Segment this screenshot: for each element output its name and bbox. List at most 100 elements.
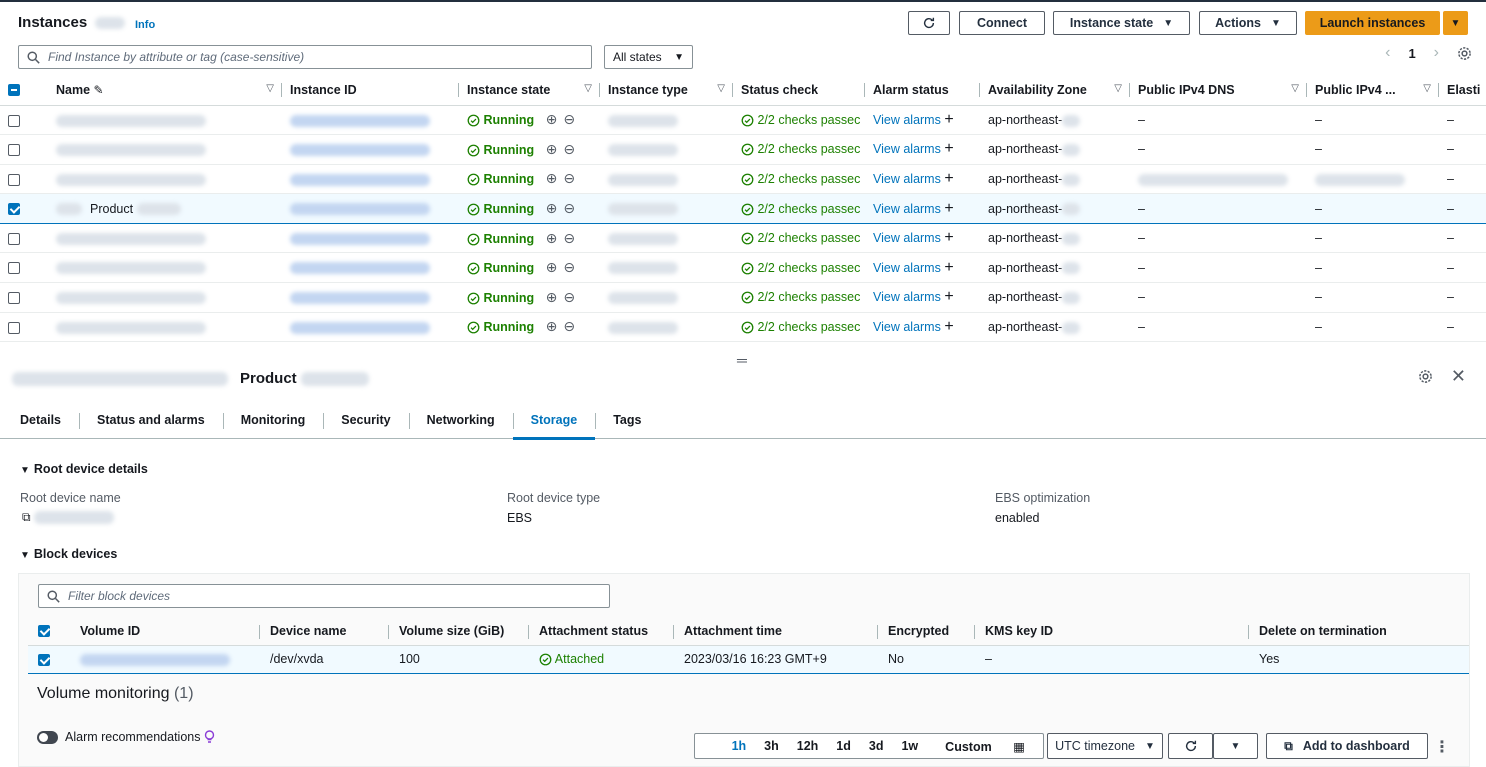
tab-monitoring[interactable]: Monitoring (222, 403, 324, 439)
plus-icon[interactable]: + (944, 288, 953, 305)
redacted-instance-id[interactable] (290, 144, 430, 157)
col-kms-key-id[interactable]: KMS key ID (975, 617, 1249, 646)
row-select-cell[interactable] (0, 105, 48, 136)
sort-icon[interactable]: ▽ (717, 83, 725, 94)
tab-status-and-alarms[interactable]: Status and alarms (79, 403, 223, 439)
table-row[interactable]: Running ⊕ ⊖ 2/2 checks passec View alarms… (0, 164, 1486, 195)
block-devices-section-toggle[interactable]: ▼ Block devices (20, 547, 117, 561)
zoom-in-icon[interactable]: ⊕ (546, 230, 558, 246)
next-page-icon[interactable]: › (1434, 44, 1439, 62)
row-select-cell[interactable] (0, 282, 48, 313)
redacted-instance-id[interactable] (290, 114, 430, 127)
row-checkbox[interactable] (8, 232, 20, 245)
edit-pencil-icon[interactable]: ✎ (94, 83, 104, 97)
settings-gear-icon[interactable] (1418, 369, 1433, 384)
view-alarms-link[interactable]: View alarms (873, 320, 941, 334)
table-row[interactable]: Running ⊕ ⊖ 2/2 checks passec View alarms… (0, 252, 1486, 284)
col-status-check[interactable]: Status check (733, 75, 865, 106)
range-1h[interactable]: 1h (723, 739, 756, 753)
zoom-in-icon[interactable]: ⊕ (546, 318, 558, 334)
col-public-dns[interactable]: Public IPv4 DNS ▽ (1130, 75, 1307, 106)
row-checkbox[interactable] (8, 173, 20, 186)
col-elastic-ip[interactable]: Elasti (1439, 75, 1486, 106)
refresh-chart-button[interactable] (1168, 733, 1213, 759)
row-checkbox[interactable] (8, 262, 20, 275)
range-3h[interactable]: 3h (755, 739, 788, 753)
instance-id-cell[interactable] (282, 193, 459, 224)
block-devices-filter-input[interactable]: Filter block devices (38, 584, 610, 608)
range-custom[interactable]: Custom ▦ (927, 739, 1043, 754)
col-instance-state[interactable]: Instance state ▽ (459, 75, 600, 106)
alarm-recommendations-toggle[interactable] (37, 731, 58, 744)
row-select-cell[interactable] (0, 252, 48, 284)
instance-search-input[interactable]: Find Instance by attribute or tag (case-… (18, 45, 592, 69)
more-options-icon[interactable]: ⋮ (1434, 737, 1450, 757)
plus-icon[interactable]: + (944, 200, 953, 217)
table-row[interactable]: Running ⊕ ⊖ 2/2 checks passec View alarms… (0, 282, 1486, 313)
range-1w[interactable]: 1w (892, 739, 927, 753)
range-12h[interactable]: 12h (788, 739, 828, 753)
zoom-in-icon[interactable]: ⊕ (546, 289, 558, 305)
view-alarms-link[interactable]: View alarms (873, 172, 941, 186)
instance-id-cell[interactable] (282, 223, 459, 254)
col-volume-size[interactable]: Volume size (GiB) (389, 617, 529, 646)
range-3d[interactable]: 3d (860, 739, 893, 753)
tab-tags[interactable]: Tags (595, 403, 659, 439)
block-select-all-cell[interactable] (28, 617, 70, 646)
col-device-name[interactable]: Device name (260, 617, 389, 646)
col-volume-id[interactable]: Volume ID (70, 617, 260, 646)
zoom-in-icon[interactable]: ⊕ (546, 141, 558, 157)
tab-security[interactable]: Security (323, 403, 408, 439)
root-device-section-toggle[interactable]: ▼ Root device details (20, 462, 148, 476)
sort-icon[interactable]: ▽ (584, 83, 592, 94)
col-alarm-status[interactable]: Alarm status (865, 75, 980, 106)
view-alarms-link[interactable]: View alarms (873, 142, 941, 156)
tab-storage[interactable]: Storage (512, 403, 596, 440)
select-all-checkbox[interactable] (8, 84, 20, 97)
tab-details[interactable]: Details (2, 403, 79, 439)
actions-button[interactable]: Actions ▼ (1199, 11, 1297, 35)
row-select-cell[interactable] (0, 134, 48, 165)
redacted-instance-id[interactable] (290, 173, 430, 186)
prev-page-icon[interactable]: ‹ (1385, 44, 1390, 62)
zoom-in-icon[interactable]: ⊕ (546, 200, 558, 216)
row-checkbox[interactable] (8, 114, 20, 127)
redacted-instance-id[interactable] (290, 262, 430, 275)
instance-id-cell[interactable] (282, 134, 459, 165)
redacted-instance-id[interactable] (290, 292, 430, 305)
view-alarms-link[interactable]: View alarms (873, 261, 941, 275)
row-select-cell[interactable] (0, 193, 48, 224)
col-delete-on-termination[interactable]: Delete on termination (1249, 617, 1469, 646)
zoom-out-icon[interactable]: ⊖ (563, 259, 575, 275)
table-row[interactable]: Running ⊕ ⊖ 2/2 checks passec View alarms… (0, 223, 1486, 254)
view-alarms-link[interactable]: View alarms (873, 202, 941, 216)
refresh-button[interactable] (908, 11, 950, 35)
col-availability-zone[interactable]: Availability Zone ▽ (980, 75, 1130, 106)
plus-icon[interactable]: + (944, 111, 953, 128)
row-checkbox[interactable] (8, 292, 20, 305)
connect-button[interactable]: Connect (959, 11, 1045, 35)
row-select-cell[interactable] (0, 312, 48, 343)
sort-icon[interactable]: ▽ (1291, 83, 1299, 94)
instance-id-cell[interactable] (282, 282, 459, 313)
row-checkbox[interactable] (8, 321, 20, 334)
add-to-dashboard-button[interactable]: ⧉ Add to dashboard (1266, 733, 1428, 759)
zoom-out-icon[interactable]: ⊖ (563, 200, 575, 216)
copy-icon[interactable]: ⧉ (22, 510, 31, 524)
block-row-checkbox[interactable] (38, 653, 50, 666)
zoom-out-icon[interactable]: ⊖ (563, 230, 575, 246)
col-attachment-status[interactable]: Attachment status (529, 617, 674, 646)
col-instance-id[interactable]: Instance ID (282, 75, 459, 106)
plus-icon[interactable]: + (944, 170, 953, 187)
lightbulb-icon[interactable] (204, 730, 215, 744)
info-link[interactable]: Info (135, 19, 155, 31)
sort-icon[interactable]: ▽ (266, 83, 274, 94)
view-alarms-link[interactable]: View alarms (873, 290, 941, 304)
row-select-cell[interactable] (0, 164, 48, 195)
table-row[interactable]: Running ⊕ ⊖ 2/2 checks passec View alarms… (0, 312, 1486, 343)
table-row[interactable]: Running ⊕ ⊖ 2/2 checks passec View alarms… (0, 134, 1486, 165)
range-1d[interactable]: 1d (827, 739, 860, 753)
sort-icon[interactable]: ▽ (1114, 83, 1122, 94)
redacted-instance-id[interactable] (290, 321, 430, 334)
launch-instances-button[interactable]: Launch instances (1305, 11, 1440, 35)
